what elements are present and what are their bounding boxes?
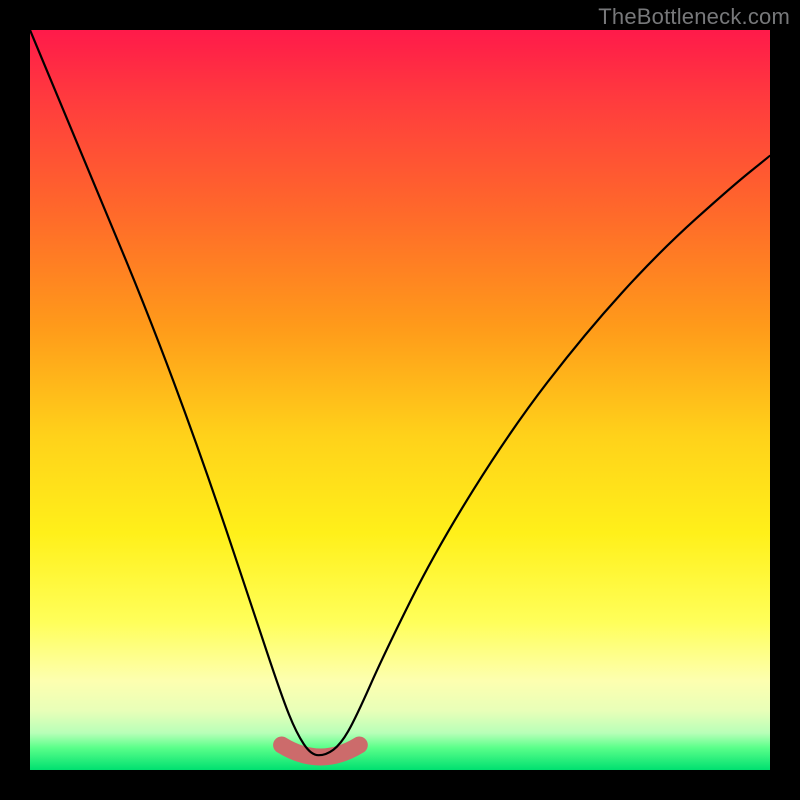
curve-layer	[30, 30, 770, 770]
watermark-text: TheBottleneck.com	[598, 4, 790, 30]
bottleneck-curve	[30, 30, 770, 755]
tolerance-band	[282, 745, 360, 757]
chart-stage: TheBottleneck.com	[0, 0, 800, 800]
plot-area	[30, 30, 770, 770]
